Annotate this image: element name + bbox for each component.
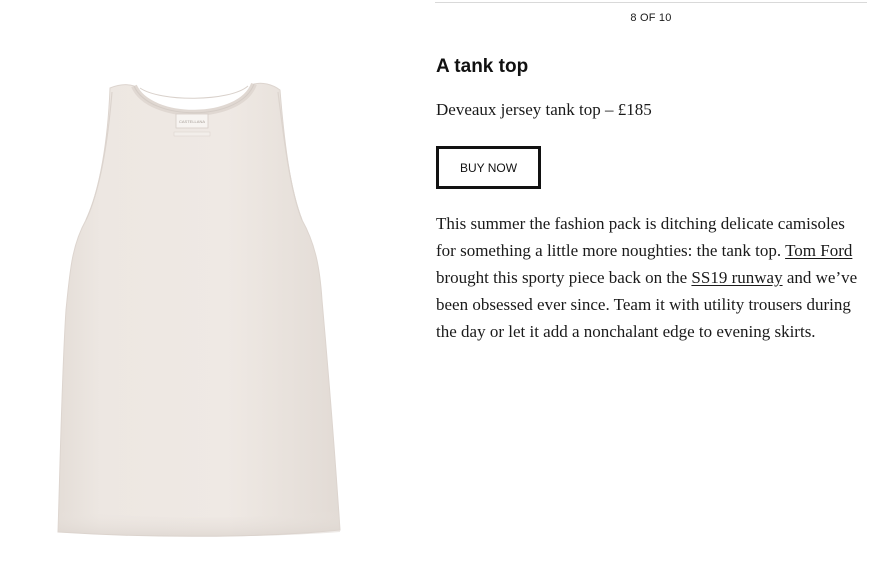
product-title: A tank top	[436, 56, 529, 77]
product-image: CASTELLANA	[40, 70, 370, 550]
gallery-top-divider	[435, 2, 867, 3]
article-paragraph: This summer the fashion pack is ditching…	[436, 210, 868, 345]
product-name-price: Deveaux jersey tank top – £185	[436, 100, 652, 119]
tank-top-illustration: CASTELLANA	[57, 82, 341, 537]
garment-body	[57, 82, 341, 537]
ss19-runway-link[interactable]: SS19 runway	[691, 268, 782, 287]
article-text-2: brought this sporty piece back on the	[436, 268, 692, 287]
svg-text:CASTELLANA: CASTELLANA	[179, 119, 205, 124]
slide-counter: 8 OF 10	[630, 12, 672, 24]
article-text-1: This summer the fashion pack is ditching…	[436, 214, 845, 260]
tom-ford-link[interactable]: Tom Ford	[785, 241, 852, 260]
buy-now-button[interactable]: BUY NOW	[436, 146, 541, 189]
